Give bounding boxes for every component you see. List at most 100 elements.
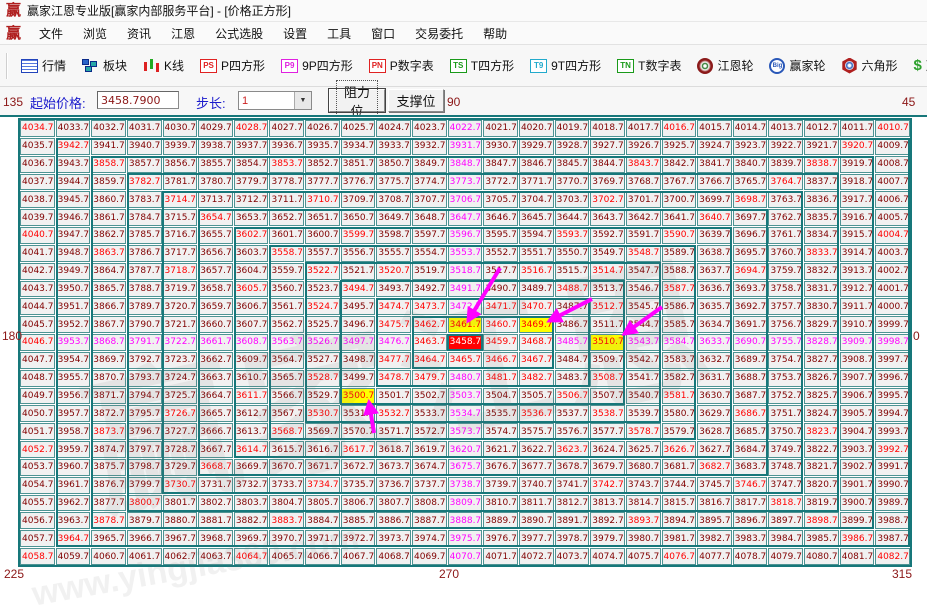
grid-cell[interactable]: 3744.79 [662, 477, 697, 494]
grid-cell[interactable]: 3774.79 [412, 174, 447, 191]
grid-cell[interactable]: 3536.79 [519, 405, 554, 422]
grid-cell[interactable]: 3975.79 [448, 530, 483, 547]
grid-cell[interactable]: 3496.79 [341, 316, 376, 333]
grid-cell[interactable]: 3923.79 [733, 138, 768, 155]
grid-cell[interactable]: 4056.79 [20, 512, 55, 529]
grid-cell[interactable]: 4022.79 [448, 120, 483, 137]
grid-cell[interactable]: 3949.79 [56, 263, 91, 280]
grid-cell[interactable]: 3771.79 [519, 174, 554, 191]
grid-cell[interactable]: 3633.79 [697, 334, 732, 351]
grid-cell[interactable]: 3609.79 [234, 352, 269, 369]
grid-cell[interactable]: 3677.79 [519, 459, 554, 476]
grid-cell[interactable]: 3709.79 [341, 191, 376, 208]
grid-cell[interactable]: 4051.79 [20, 423, 55, 440]
grid-cell[interactable]: 3673.79 [376, 459, 411, 476]
grid-cell[interactable]: 3723.79 [163, 352, 198, 369]
grid-cell[interactable]: 3755.79 [768, 334, 803, 351]
grid-cell[interactable]: 3986.79 [840, 530, 875, 547]
grid-cell[interactable]: 3820.79 [804, 477, 839, 494]
grid-cell[interactable]: 3861.79 [91, 209, 126, 226]
grid-cell[interactable]: 3501.79 [376, 388, 411, 405]
grid-cell[interactable]: 3809.79 [448, 495, 483, 512]
grid-cell[interactable]: 3480.79 [448, 370, 483, 387]
grid-cell[interactable]: 3715.79 [163, 209, 198, 226]
grid-cell[interactable]: 3806.79 [341, 495, 376, 512]
grid-cell[interactable]: 3636.79 [697, 281, 732, 298]
grid-cell[interactable]: 3497.79 [341, 334, 376, 351]
grid-cell[interactable]: 3668.79 [198, 459, 233, 476]
grid-cell[interactable]: 3667.79 [198, 441, 233, 458]
grid-cell[interactable]: 4040.79 [20, 227, 55, 244]
grid-cell[interactable]: 4057.79 [20, 530, 55, 547]
grid-cell[interactable]: 3905.79 [840, 405, 875, 422]
grid-cell[interactable]: 3706.79 [448, 191, 483, 208]
grid-cell[interactable]: 3532.79 [376, 405, 411, 422]
grid-cell[interactable]: 4041.79 [20, 245, 55, 262]
grid-cell[interactable]: 3858.79 [91, 156, 126, 173]
grid-cell[interactable]: 3657.79 [198, 263, 233, 280]
grid-cell[interactable]: 3930.79 [483, 138, 518, 155]
grid-cell[interactable]: 3904.79 [840, 423, 875, 440]
grid-cell[interactable]: 3550.79 [555, 245, 590, 262]
grid-cell[interactable]: 3867.79 [91, 316, 126, 333]
grid-cell[interactable]: 4005.79 [875, 209, 910, 226]
grid-cell[interactable]: 3654.79 [198, 209, 233, 226]
grid-cell[interactable]: 3851.79 [341, 156, 376, 173]
grid-cell[interactable]: 4000.79 [875, 298, 910, 315]
grid-cell[interactable]: 3977.79 [519, 530, 554, 547]
grid-cell[interactable]: 3753.79 [768, 370, 803, 387]
grid-cell[interactable]: 3687.79 [733, 388, 768, 405]
grid-cell[interactable]: 3934.79 [341, 138, 376, 155]
grid-cell[interactable]: 3513.79 [590, 281, 625, 298]
grid-cell[interactable]: 3488.79 [555, 281, 590, 298]
grid-cell[interactable]: 3919.79 [840, 156, 875, 173]
grid-cell[interactable]: 3503.79 [448, 388, 483, 405]
grid-cell[interactable]: 3739.79 [483, 477, 518, 494]
grid-cell[interactable]: 3997.79 [875, 352, 910, 369]
resistance-button[interactable]: 阻力位 [329, 89, 385, 112]
grid-cell[interactable]: 4052.79 [20, 441, 55, 458]
grid-cell[interactable]: 3853.79 [269, 156, 304, 173]
grid-cell[interactable]: 3622.79 [519, 441, 554, 458]
grid-cell[interactable]: 3464.79 [412, 352, 447, 369]
grid-cell[interactable]: 3492.79 [412, 281, 447, 298]
grid-cell[interactable]: 3938.79 [198, 138, 233, 155]
grid-cell[interactable]: 3891.79 [555, 512, 590, 529]
grid-cell[interactable]: 3890.79 [519, 512, 554, 529]
grid-cell[interactable]: 3700.79 [662, 191, 697, 208]
grid-cell[interactable]: 3831.79 [804, 281, 839, 298]
grid-cell[interactable]: 3632.79 [697, 352, 732, 369]
grid-cell[interactable]: 3493.79 [376, 281, 411, 298]
grid-cell[interactable]: 3812.79 [555, 495, 590, 512]
grid-cell[interactable]: 3836.79 [804, 191, 839, 208]
grid-cell[interactable]: 3729.79 [163, 459, 198, 476]
grid-cell[interactable]: 3525.79 [305, 316, 340, 333]
grid-cell[interactable]: 4036.79 [20, 156, 55, 173]
grid-cell[interactable]: 3742.79 [590, 477, 625, 494]
toolbar-button-行情[interactable]: 行情 [13, 52, 74, 79]
grid-cell[interactable]: 3960.79 [56, 459, 91, 476]
grid-cell[interactable]: 3481.79 [483, 370, 518, 387]
grid-cell[interactable]: 3773.79 [448, 174, 483, 191]
grid-cell[interactable]: 3544.79 [626, 316, 661, 333]
grid-cell[interactable]: 4075.79 [626, 548, 661, 565]
grid-cell[interactable]: 3967.79 [163, 530, 198, 547]
grid-cell[interactable]: 3701.79 [626, 191, 661, 208]
grid-cell[interactable]: 3578.79 [626, 423, 661, 440]
grid-cell[interactable]: 3803.79 [234, 495, 269, 512]
grid-cell[interactable]: 3558.79 [269, 245, 304, 262]
grid-cell[interactable]: 3939.79 [163, 138, 198, 155]
grid-cell[interactable]: 3631.79 [697, 370, 732, 387]
grid-cell[interactable]: 3840.79 [733, 156, 768, 173]
grid-cell[interactable]: 3821.79 [804, 459, 839, 476]
grid-cell[interactable]: 3832.79 [804, 263, 839, 280]
grid-cell[interactable]: 3959.79 [56, 441, 91, 458]
grid-cell[interactable]: 3950.79 [56, 281, 91, 298]
grid-cell[interactable]: 3962.79 [56, 495, 91, 512]
grid-cell[interactable]: 3467.79 [519, 352, 554, 369]
grid-cell[interactable]: 3948.79 [56, 245, 91, 262]
grid-cell[interactable]: 3738.79 [448, 477, 483, 494]
grid-cell[interactable]: 3549.79 [590, 245, 625, 262]
grid-cell[interactable]: 3512.79 [590, 298, 625, 315]
grid-cell[interactable]: 3589.79 [662, 245, 697, 262]
